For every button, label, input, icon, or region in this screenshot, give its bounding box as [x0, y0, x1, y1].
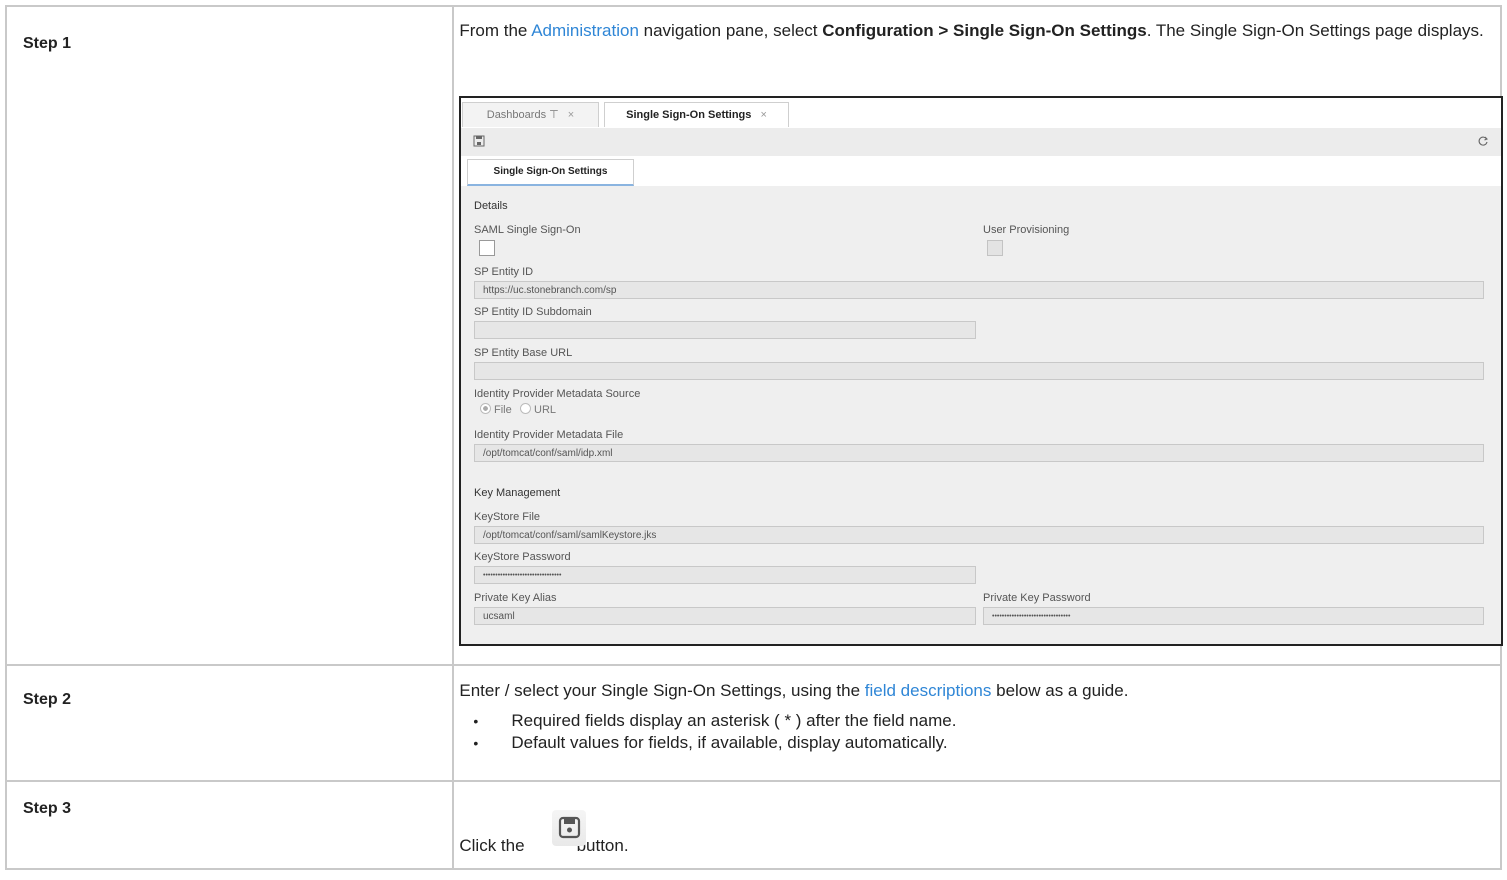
step-label-cell: Step 1 — [4, 5, 455, 666]
step-label-cell: Step 3 — [4, 780, 455, 870]
tab-label: Single Sign-On Settings — [626, 109, 752, 121]
private-key-alias-label: Private Key Alias — [474, 592, 557, 604]
text-span: Enter / select your Single Sign-On Setti… — [459, 681, 865, 700]
idp-source-label: Identity Provider Metadata Source — [474, 388, 641, 400]
text-span: Click the button. — [459, 836, 628, 856]
key-management-heading: Key Management — [474, 487, 561, 499]
subtab-single-sign-on-settings[interactable]: Single Sign-On Settings — [467, 159, 634, 186]
saml-checkbox[interactable] — [479, 240, 495, 256]
toolbar — [461, 128, 1501, 156]
radio-file[interactable]: File — [480, 403, 512, 416]
keystore-file-field[interactable]: /opt/tomcat/conf/saml/samlKeystore.jks — [474, 526, 1484, 544]
sp-entity-id-label: SP Entity ID — [474, 266, 534, 278]
sp-subdomain-field[interactable] — [474, 321, 976, 339]
save-button-image — [552, 810, 587, 846]
list-item: Required fields display an asterisk ( * … — [459, 710, 1492, 732]
tab-label: Dashboards — [486, 109, 547, 121]
radio-dot — [480, 403, 491, 414]
private-key-alias-field[interactable]: ucsaml — [474, 607, 976, 625]
text-span: From the — [459, 21, 532, 40]
save-icon[interactable] — [473, 135, 485, 147]
tab-dashboards[interactable]: Dashboards ⊤ × — [462, 102, 599, 127]
private-key-password-label: Private Key Password — [983, 592, 1091, 604]
step-label: Step 1 — [23, 35, 72, 52]
text-span: navigation pane, select — [638, 21, 823, 40]
keystore-password-field[interactable]: •••••••••••••••••••••••••••••••• — [474, 566, 976, 584]
bullet-list: Required fields display an asterisk ( * … — [459, 710, 1492, 754]
step-2-text: Enter / select your Single Sign-On Setti… — [454, 666, 1500, 754]
text-span: . The Single Sign-On Settings page displ… — [1146, 21, 1484, 40]
keystore-file-label: KeyStore File — [474, 511, 541, 523]
settings-form: Details SAML Single Sign-On User Provisi… — [461, 186, 1501, 644]
tab-bar: Dashboards ⊤ × Single Sign-On Settings × — [461, 98, 1501, 128]
list-item: Default values for fields, if available,… — [459, 732, 1492, 754]
sp-base-url-label: SP Entity Base URL — [474, 347, 573, 359]
radio-file-label: File — [494, 404, 512, 416]
field-descriptions-link[interactable]: field descriptions — [865, 681, 992, 700]
step-row-2: Step 2 Enter / select your Single Sign-O… — [4, 664, 1502, 782]
radio-url[interactable]: URL — [520, 403, 556, 416]
details-heading: Details — [474, 200, 508, 212]
close-icon[interactable]: × — [760, 109, 766, 121]
step-body-cell: Enter / select your Single Sign-On Setti… — [452, 664, 1502, 782]
sp-entity-id-field[interactable]: https://uc.stonebranch.com/sp — [474, 281, 1484, 299]
step-body-cell: Click the button. — [452, 780, 1502, 870]
radio-url-label: URL — [534, 404, 557, 416]
close-icon[interactable]: × — [568, 109, 574, 121]
pin-icon[interactable]: ⊤ — [549, 109, 559, 121]
save-icon — [559, 816, 581, 839]
step-row-3: Step 3 Click the button. — [4, 780, 1502, 870]
saml-label: SAML Single Sign-On — [474, 224, 581, 236]
administration-link[interactable]: Administration — [531, 21, 639, 40]
step-3-text: Click the button. — [454, 782, 1500, 868]
text-span: below as a guide. — [991, 681, 1129, 700]
step-label: Step 2 — [23, 691, 72, 708]
user-provisioning-checkbox[interactable] — [987, 240, 1003, 256]
step-label: Step 3 — [23, 800, 72, 817]
idp-file-field[interactable]: /opt/tomcat/conf/saml/idp.xml — [474, 444, 1484, 462]
step-1-text: From the Administration navigation pane,… — [454, 7, 1500, 42]
refresh-icon[interactable] — [1477, 135, 1489, 147]
menu-path: Configuration > Single Sign-On Settings — [822, 21, 1147, 40]
idp-file-label: Identity Provider Metadata File — [474, 429, 624, 441]
settings-screenshot: Dashboards ⊤ × Single Sign-On Settings ×… — [459, 96, 1503, 646]
keystore-password-label: KeyStore Password — [474, 551, 571, 563]
radio-dot — [520, 403, 531, 414]
private-key-password-field[interactable]: •••••••••••••••••••••••••••••••• — [983, 607, 1484, 625]
step-label-cell: Step 2 — [4, 664, 455, 782]
user-provisioning-label: User Provisioning — [983, 224, 1070, 236]
sp-subdomain-label: SP Entity ID Subdomain — [474, 306, 592, 318]
tab-single-sign-on-settings[interactable]: Single Sign-On Settings × — [604, 102, 789, 127]
sp-base-url-field[interactable] — [474, 362, 1484, 380]
text-span: Click the — [459, 836, 525, 855]
